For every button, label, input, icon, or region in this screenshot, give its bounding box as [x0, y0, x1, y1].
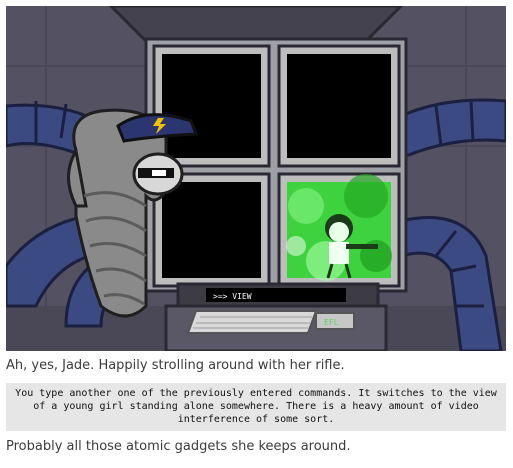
caption-first: Ah, yes, Jade. Happily strolling around …	[6, 358, 345, 373]
terminal-prompt: >=> VIEW	[213, 292, 252, 301]
screen-top-right	[287, 54, 391, 158]
command-log-text: You type another one of the previously e…	[15, 388, 497, 425]
keyboard	[186, 310, 318, 334]
comic-panel: >=> VIEW EFL	[6, 6, 506, 351]
command-log: You type another one of the previously e…	[6, 383, 506, 431]
caption-second: Probably all those atomic gadgets she ke…	[6, 439, 351, 454]
monitor-hood	[108, 6, 404, 43]
screen-bottom-left	[162, 182, 261, 278]
screen-top-left	[162, 54, 261, 158]
keypad-label: EFL	[324, 318, 339, 327]
